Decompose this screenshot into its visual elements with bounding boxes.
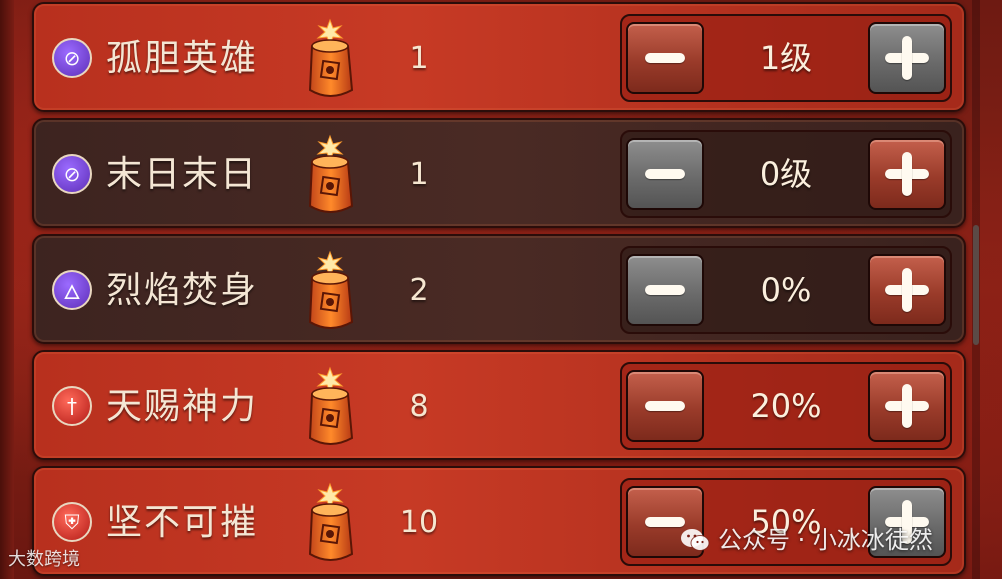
plus-icon xyxy=(885,152,929,196)
firecracker-icon xyxy=(308,482,354,561)
level-stepper: 20% xyxy=(620,362,952,450)
minus-icon xyxy=(645,53,685,63)
cost-value: 8 xyxy=(409,389,429,424)
skill-row: 🜂 烈焰焚身 2 0% xyxy=(32,234,966,344)
skill-name: 烈焰焚身 xyxy=(106,270,259,311)
watermark-right: 公众号 · 小冰冰徒然 xyxy=(680,522,933,558)
skill-name: 末日末日 xyxy=(106,154,259,195)
wechat-icon xyxy=(681,529,710,551)
watermark-left: 大数跨境 xyxy=(8,549,80,570)
skill-row: † 天赐神力 8 20% xyxy=(32,350,966,460)
scrollbar-thumb[interactable] xyxy=(973,225,979,345)
level-value: 20% xyxy=(750,387,822,425)
firecracker-icon xyxy=(308,18,354,97)
shield-icon: ⛨ xyxy=(52,502,92,542)
cost-value: 10 xyxy=(399,505,439,540)
decrease-button[interactable] xyxy=(626,138,704,210)
crossed-figure-icon: ⊘ xyxy=(52,154,92,194)
decrease-button[interactable] xyxy=(626,370,704,442)
level-stepper: 0级 xyxy=(620,130,952,218)
skill-row: ⊘ 孤胆英雄 1 1级 xyxy=(32,2,966,112)
skill-row: ⛨ 坚不可摧 10 50% xyxy=(32,466,966,576)
skill-name: 孤胆英雄 xyxy=(106,38,259,79)
watermark-right-text: 公众号 · 小冰冰徒然 xyxy=(718,526,933,554)
cost-value: 1 xyxy=(409,41,429,76)
level-value: 0级 xyxy=(759,155,813,193)
minus-icon xyxy=(645,401,685,411)
increase-button[interactable] xyxy=(868,138,946,210)
minus-icon xyxy=(645,285,685,295)
increase-button[interactable] xyxy=(868,22,946,94)
sword-icon: † xyxy=(52,386,92,426)
plus-icon xyxy=(885,36,929,80)
level-value: 1级 xyxy=(759,39,813,77)
firecracker-icon xyxy=(308,134,354,213)
cost-value: 1 xyxy=(409,157,429,192)
level-stepper: 0% xyxy=(620,246,952,334)
level-stepper: 1级 xyxy=(620,14,952,102)
skill-name: 天赐神力 xyxy=(106,386,259,427)
flame-icon: 🜂 xyxy=(52,270,92,310)
firecracker-icon xyxy=(308,366,354,445)
minus-icon xyxy=(645,169,685,179)
increase-button[interactable] xyxy=(868,254,946,326)
increase-button[interactable] xyxy=(868,370,946,442)
level-value: 0% xyxy=(760,271,812,309)
skill-name: 坚不可摧 xyxy=(106,502,259,543)
crossed-figure-icon: ⊘ xyxy=(52,38,92,78)
decrease-button[interactable] xyxy=(626,22,704,94)
skill-row: ⊘ 末日末日 1 0级 xyxy=(32,118,966,228)
plus-icon xyxy=(885,268,929,312)
minus-icon xyxy=(645,517,685,527)
firecracker-icon xyxy=(308,250,354,329)
decrease-button[interactable] xyxy=(626,254,704,326)
cost-value: 2 xyxy=(409,273,429,308)
plus-icon xyxy=(885,384,929,428)
left-edge xyxy=(0,0,14,579)
